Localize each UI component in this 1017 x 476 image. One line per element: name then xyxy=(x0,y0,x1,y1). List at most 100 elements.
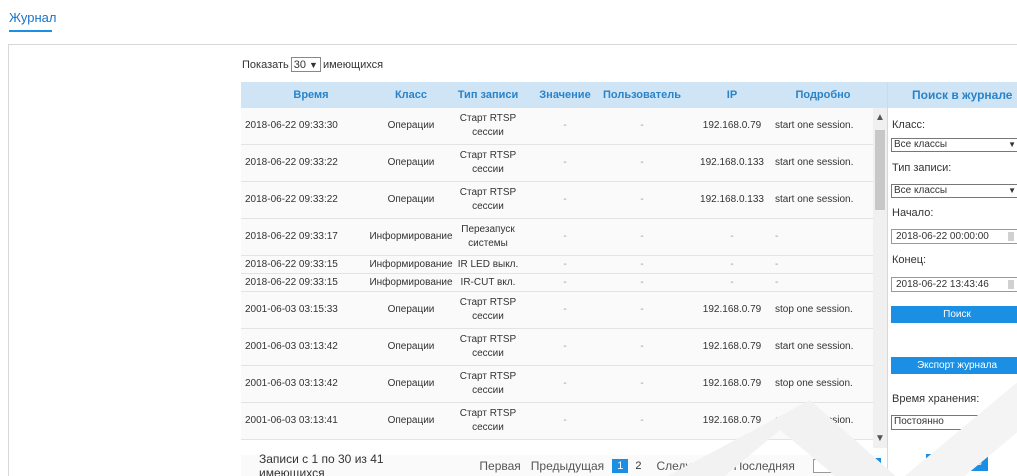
table-row[interactable]: 2018-06-22 09:33:30 Операции Старт RTSP сес… xyxy=(241,108,873,145)
cell-detail: - xyxy=(775,276,779,288)
table-row[interactable]: 2018-06-22 09:33:22 Операции Старт RTSP сес… xyxy=(241,182,873,219)
cell-user: - xyxy=(640,194,644,205)
chevron-down-icon[interactable]: ▼ xyxy=(873,433,887,444)
export-button[interactable]: Экспорт журнала xyxy=(891,357,1017,374)
pagination: Записи с 1 по 30 из 41 имеющихся Первая … xyxy=(241,451,881,476)
cell-ip: 192.168.0.79 xyxy=(702,415,762,426)
cell-type-line: сессии xyxy=(472,164,504,175)
chevron-up-icon[interactable]: ▲ xyxy=(873,112,887,123)
cell-type-line: Старт RTSP xyxy=(459,297,517,308)
cell-user: - xyxy=(640,258,644,270)
cell-type-line: Старт RTSP xyxy=(459,150,517,161)
cell-type: IR LED выкл. xyxy=(441,256,535,273)
record-count: Записи с 1 по 30 из 41 имеющихся xyxy=(259,451,384,476)
cell-type-line: IR LED выкл. xyxy=(457,258,519,270)
cell-time: 2001-06-03 03:13:41 xyxy=(245,415,338,426)
retention-select[interactable]: Постоянно ▼ xyxy=(891,415,1017,430)
col-ip[interactable]: IP xyxy=(689,82,775,108)
prev-page-link[interactable]: Предыдущая xyxy=(531,459,604,473)
table-row[interactable]: 2018-06-22 09:33:17 Информирование Перезап… xyxy=(241,219,873,256)
table-row[interactable]: 2001-06-03 03:13:42 Операции Старт RTSP сес… xyxy=(241,366,873,403)
retention-label: Время хранения: xyxy=(892,393,980,405)
cell-value: - xyxy=(563,276,567,288)
cell-class: Операции xyxy=(387,157,435,168)
col-user[interactable]: Пользователь xyxy=(595,82,689,108)
cell-ip: 192.168.0.79 xyxy=(702,304,762,315)
table-row[interactable]: 2018-06-22 09:33:22 Операции Старт RTSP сес… xyxy=(241,145,873,182)
cell-detail: - xyxy=(775,258,779,270)
col-class[interactable]: Класс xyxy=(381,82,441,108)
class-label: Класс: xyxy=(892,119,925,131)
calendar-icon[interactable] xyxy=(1008,280,1014,289)
go-page-button[interactable]: Пере xyxy=(848,458,881,473)
cell-time: 2018-06-22 09:33:17 xyxy=(245,231,338,242)
cell-detail: start one session. xyxy=(775,341,854,352)
type-select[interactable]: Все классы ▼ xyxy=(891,184,1017,198)
col-value[interactable]: Значение xyxy=(535,82,595,108)
cell-user: - xyxy=(640,157,644,168)
cell-type-line: Старт RTSP xyxy=(459,113,517,124)
table-row[interactable]: 2018-06-22 09:33:15 Информирование IR-CUT … xyxy=(241,274,873,292)
scrollbar-thumb[interactable] xyxy=(875,130,885,210)
cell-type: Старт RTSP сессии xyxy=(441,182,535,218)
cell-type-line: IR-CUT вкл. xyxy=(460,276,516,288)
table-header: Время Класс Тип записи Значение Пользова… xyxy=(241,82,887,108)
page-2-button[interactable]: 2 xyxy=(630,459,646,473)
next-page-link[interactable]: Следующая xyxy=(656,459,723,473)
cell-detail: start one session. xyxy=(775,415,854,426)
calendar-icon[interactable] xyxy=(1008,232,1014,241)
cell-time: 2001-06-03 03:13:42 xyxy=(245,378,338,389)
end-date-input[interactable]: 2018-06-22 13:43:46 xyxy=(891,277,1017,292)
cell-type: Старт RTSP сессии xyxy=(441,108,535,144)
page-1-button[interactable]: 1 xyxy=(612,458,629,473)
table-row[interactable]: 2001-06-03 03:13:42 Операции Старт RTSP сес… xyxy=(241,329,873,366)
cell-value: - xyxy=(563,304,567,315)
col-time[interactable]: Время xyxy=(241,82,381,108)
cell-type-line: сессии xyxy=(472,422,504,433)
cell-type-line: сессии xyxy=(472,348,504,359)
cell-value: - xyxy=(563,231,567,242)
first-page-link[interactable]: Первая xyxy=(479,459,520,473)
col-type[interactable]: Тип записи xyxy=(441,82,535,108)
table-row[interactable]: 2001-06-03 03:15:33 Операции Старт RTSP сес… xyxy=(241,292,873,329)
cell-user: - xyxy=(640,276,644,288)
cell-time: 2001-06-03 03:13:42 xyxy=(245,341,338,352)
class-select[interactable]: Все классы ▼ xyxy=(891,138,1017,152)
cell-type-line: Старт RTSP xyxy=(459,408,517,419)
cell-user: - xyxy=(640,378,644,389)
cell-type: Старт RTSP сессии xyxy=(441,403,535,439)
col-detail[interactable]: Подробно xyxy=(775,82,871,108)
start-date-input[interactable]: 2018-06-22 00:00:00 xyxy=(891,229,1017,244)
last-page-link[interactable]: Последняя xyxy=(734,459,795,473)
tab-journal[interactable]: Журнал xyxy=(9,10,56,32)
cell-class: Информирование xyxy=(369,231,453,242)
cell-type-line: Старт RTSP xyxy=(459,371,517,382)
cell-detail: - xyxy=(775,231,779,242)
save-button[interactable]: Сохранить xyxy=(926,454,988,471)
cell-type-line: сессии xyxy=(472,201,504,212)
cell-value: - xyxy=(563,157,567,168)
cell-detail: start one session. xyxy=(775,157,854,168)
cell-user: - xyxy=(640,231,644,242)
page-size-select[interactable]: 30 ▼ xyxy=(290,57,321,72)
page-number-input[interactable] xyxy=(812,458,845,473)
cell-ip: - xyxy=(730,231,734,242)
cell-type-line: сессии xyxy=(472,127,504,138)
table-body: 2018-06-22 09:33:30 Операции Старт RTSP сес… xyxy=(241,108,873,440)
cell-type: Перезапуск системы xyxy=(441,219,535,255)
cell-type-line: Старт RTSP xyxy=(459,187,517,198)
cell-value: - xyxy=(563,194,567,205)
table-row[interactable]: 2001-06-03 03:13:41 Операции Старт RTSP сес… xyxy=(241,403,873,440)
cell-user: - xyxy=(640,341,644,352)
table-scrollbar[interactable]: ▲ ▼ xyxy=(873,108,887,448)
chevron-down-icon: ▼ xyxy=(1008,417,1016,426)
cell-type-line: сессии xyxy=(472,385,504,396)
search-button[interactable]: Поиск xyxy=(891,306,1017,323)
cell-detail: start one session. xyxy=(775,194,854,205)
cell-ip: 192.168.0.133 xyxy=(700,157,764,168)
show-suffix-label: имеющихся xyxy=(322,58,384,71)
cell-time: 2018-06-22 09:33:15 xyxy=(245,258,338,270)
table-row[interactable]: 2018-06-22 09:33:15 Информирование IR LED … xyxy=(241,256,873,274)
cell-value: - xyxy=(563,378,567,389)
cell-class: Информирование xyxy=(369,258,453,270)
